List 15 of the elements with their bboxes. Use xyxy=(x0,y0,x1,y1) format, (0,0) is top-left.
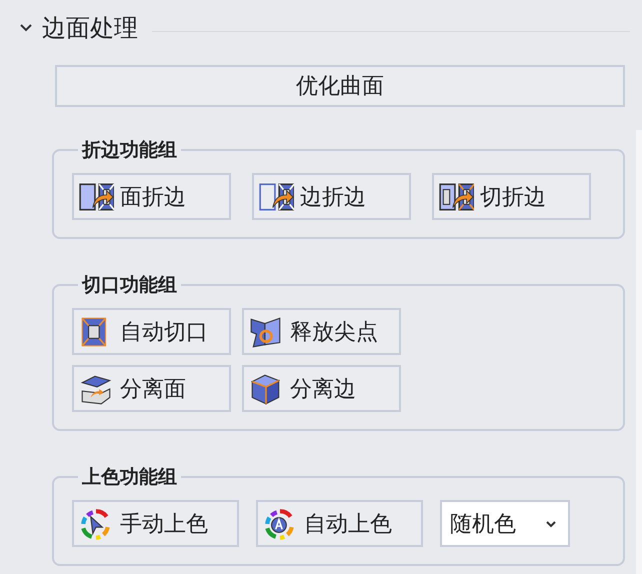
group-title: 折边功能组 xyxy=(80,138,178,163)
tool-button[interactable]: 释放尖点 xyxy=(242,308,401,355)
group-title: 上色功能组 xyxy=(81,465,178,490)
color-dropdown[interactable]: 随机色 xyxy=(440,500,570,547)
group-title: 切口功能组 xyxy=(80,273,178,298)
tool-button[interactable]: 边折边 xyxy=(252,173,411,220)
tool-button[interactable]: 分离面 xyxy=(72,365,231,412)
tool-button[interactable]: 手动上色 xyxy=(72,500,239,547)
tool-button[interactable]: 切折边 xyxy=(432,173,591,220)
tool-button[interactable]: 面折边 xyxy=(72,173,231,220)
tool-button[interactable]: 自动上色 xyxy=(256,500,423,547)
optimize-button[interactable]: 优化曲面 xyxy=(55,65,625,107)
tool-button[interactable]: 分离边 xyxy=(242,365,401,412)
section-title: 边面处理 xyxy=(42,13,138,44)
tool-button[interactable]: 自动切口 xyxy=(72,308,231,355)
